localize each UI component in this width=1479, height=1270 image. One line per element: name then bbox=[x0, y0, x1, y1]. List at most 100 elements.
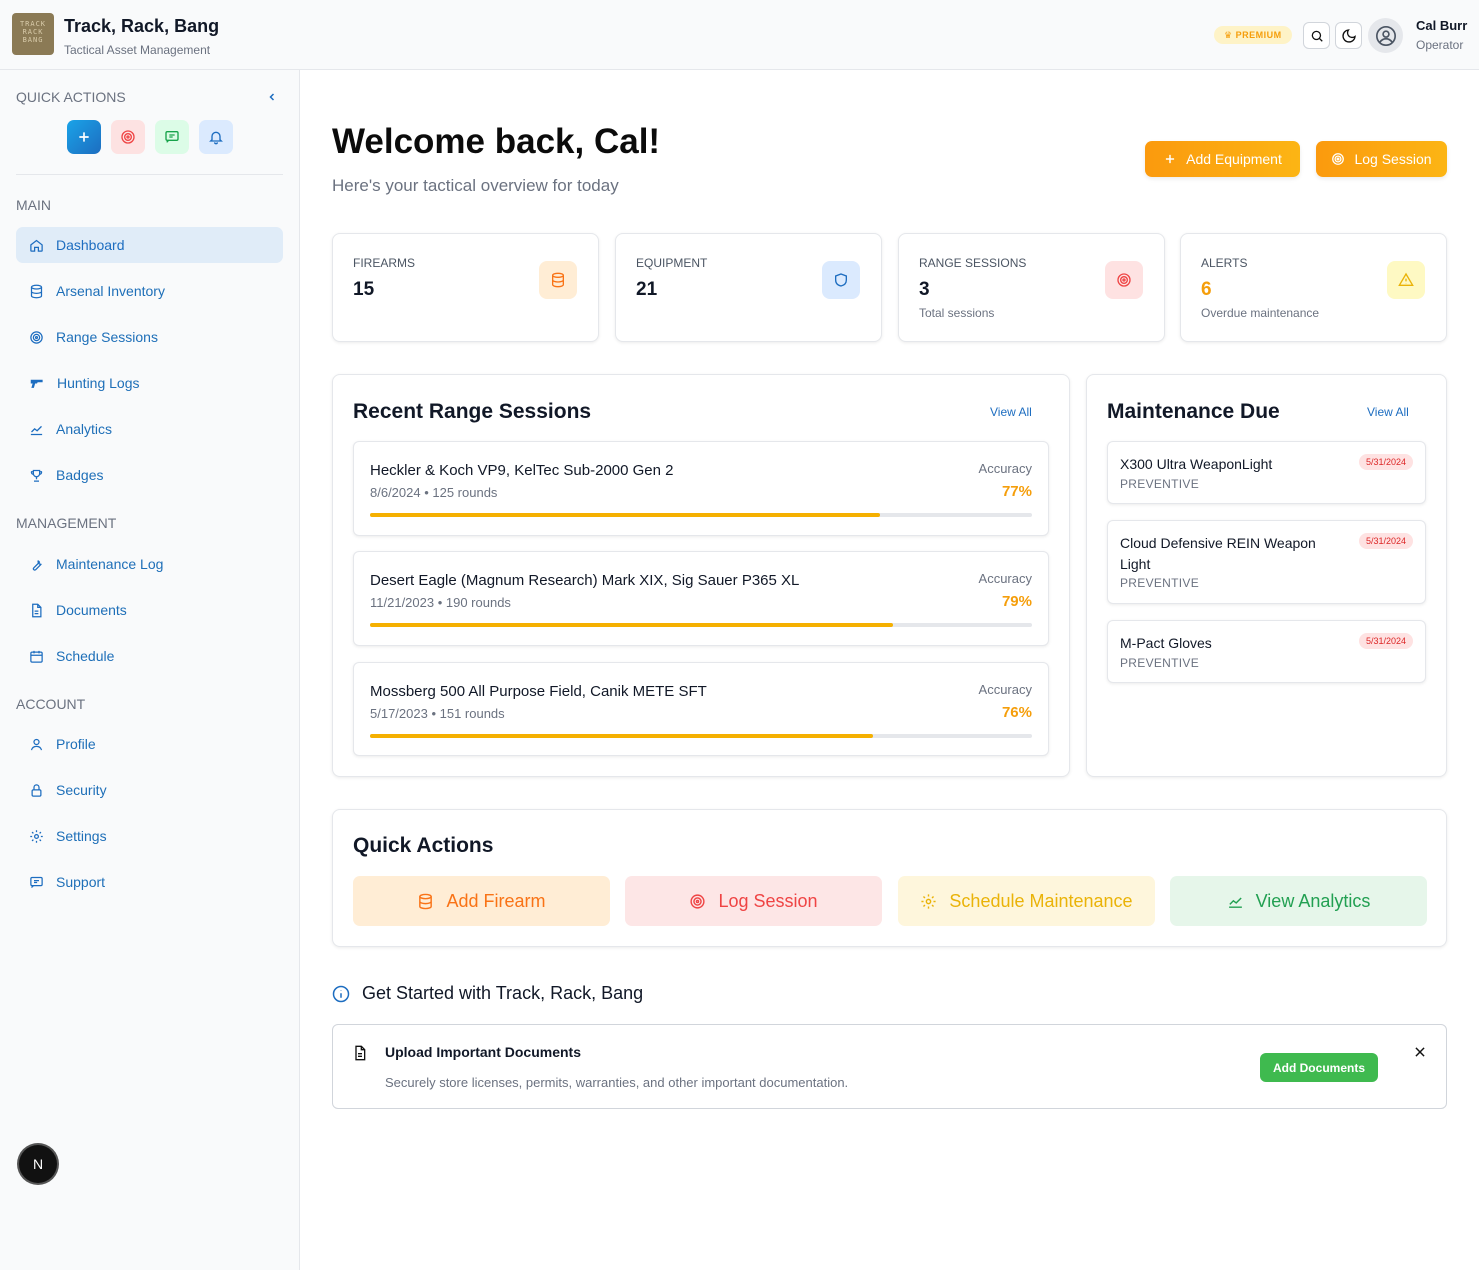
sidebar-item-label: Documents bbox=[56, 602, 127, 618]
trophy-icon bbox=[30, 469, 43, 482]
stat-label: FIREARMS bbox=[353, 256, 416, 270]
sidebar-item-documents[interactable]: Documents bbox=[16, 592, 283, 628]
session-item[interactable]: Mossberg 500 All Purpose Field, Canik ME… bbox=[353, 662, 1049, 756]
sidebar-item-dashboard[interactable]: Dashboard bbox=[16, 227, 283, 263]
quick-message-button[interactable] bbox=[155, 120, 189, 154]
sidebar-item-profile[interactable]: Profile bbox=[16, 726, 283, 762]
sidebar-item-label: Badges bbox=[56, 467, 104, 483]
user-name[interactable]: Cal Burr bbox=[1416, 18, 1467, 33]
quick-add-button[interactable] bbox=[67, 120, 101, 154]
sidebar-item-label: Security bbox=[56, 782, 107, 798]
user-icon bbox=[30, 738, 43, 750]
schedule-maintenance-button[interactable]: Schedule Maintenance bbox=[898, 876, 1155, 926]
next-dev-indicator[interactable]: N bbox=[19, 1145, 57, 1183]
chart-line-icon bbox=[1228, 896, 1242, 908]
target-icon bbox=[1117, 273, 1131, 287]
premium-badge: ♛ PREMIUM bbox=[1214, 26, 1292, 44]
warning-icon bbox=[1398, 272, 1414, 286]
stat-card-firearms[interactable]: FIREARMS 15 bbox=[332, 233, 599, 342]
sidebar-item-label: Arsenal Inventory bbox=[56, 283, 165, 299]
accuracy-label: Accuracy bbox=[978, 682, 1032, 697]
quick-actions-heading: QUICK ACTIONS bbox=[16, 89, 126, 105]
stat-card-alerts[interactable]: ALERTS 6 Overdue maintenance bbox=[1180, 233, 1447, 342]
avatar[interactable] bbox=[1368, 18, 1403, 53]
user-role: Operator bbox=[1416, 38, 1464, 52]
stat-value: 21 bbox=[636, 279, 658, 300]
log-session-quick-button[interactable]: Log Session bbox=[625, 876, 882, 926]
add-firearm-button[interactable]: Add Firearm bbox=[353, 876, 610, 926]
session-item[interactable]: Desert Eagle (Magnum Research) Mark XIX,… bbox=[353, 551, 1049, 646]
stat-icon-box bbox=[822, 261, 860, 299]
collapse-sidebar-button[interactable] bbox=[266, 90, 278, 108]
crown-icon: ♛ bbox=[1224, 30, 1233, 40]
page-subtitle: Here's your tactical overview for today bbox=[332, 176, 619, 195]
session-item[interactable]: Heckler & Koch VP9, KelTec Sub-2000 Gen … bbox=[353, 441, 1049, 536]
sidebar-item-settings[interactable]: Settings bbox=[16, 818, 283, 854]
sidebar-item-label: Settings bbox=[56, 828, 107, 844]
info-icon bbox=[332, 985, 350, 1003]
sidebar-item-support[interactable]: Support bbox=[16, 864, 283, 900]
sidebar-item-hunting-logs[interactable]: Hunting Logs bbox=[16, 365, 283, 401]
quick-notifications-button[interactable] bbox=[199, 120, 233, 154]
maintenance-item[interactable]: Cloud Defensive REIN Weapon Light PREVEN… bbox=[1107, 520, 1426, 604]
accuracy-value: 76% bbox=[1001, 704, 1032, 721]
app-title: Track, Rack, Bang bbox=[64, 16, 220, 36]
sidebar-item-maintenance-log[interactable]: Maintenance Log bbox=[16, 546, 283, 582]
view-all-sessions-link[interactable]: View All bbox=[990, 405, 1032, 419]
accuracy-progress-track bbox=[370, 623, 1032, 627]
stat-icon-box bbox=[1387, 261, 1425, 299]
session-name: Desert Eagle (Magnum Research) Mark XIX,… bbox=[370, 572, 800, 589]
quick-range-button[interactable] bbox=[111, 120, 145, 154]
maintenance-due-card: Maintenance Due View All X300 Ultra Weap… bbox=[1086, 374, 1447, 777]
log-session-button[interactable]: Log Session bbox=[1316, 141, 1447, 177]
schedule-maintenance-label: Schedule Maintenance bbox=[949, 890, 1133, 911]
add-firearm-label: Add Firearm bbox=[446, 890, 546, 911]
accuracy-progress-track bbox=[370, 734, 1032, 738]
maintenance-type: PREVENTIVE bbox=[1120, 477, 1200, 491]
due-date-badge: 5/31/2024 bbox=[1358, 533, 1413, 549]
sidebar-item-label: Maintenance Log bbox=[56, 556, 164, 572]
app-logo[interactable]: TRACK RACK BANG bbox=[12, 13, 54, 55]
chevron-left-icon bbox=[269, 93, 275, 101]
view-analytics-label: View Analytics bbox=[1255, 890, 1371, 911]
home-icon bbox=[30, 239, 43, 252]
sidebar-item-label: Range Sessions bbox=[56, 329, 158, 345]
sidebar-item-badges[interactable]: Badges bbox=[16, 457, 283, 493]
sidebar-item-analytics[interactable]: Analytics bbox=[16, 411, 283, 447]
sidebar: QUICK ACTIONS MAIN Dashboard Arsenal Inv… bbox=[0, 70, 300, 1270]
accuracy-value: 77% bbox=[1001, 483, 1032, 500]
premium-label: PREMIUM bbox=[1235, 30, 1282, 40]
target-icon bbox=[121, 130, 135, 144]
sidebar-divider bbox=[16, 174, 283, 175]
sidebar-item-label: Support bbox=[56, 874, 106, 890]
user-circle-icon bbox=[1375, 25, 1396, 46]
search-button[interactable] bbox=[1303, 22, 1330, 49]
sidebar-item-schedule[interactable]: Schedule bbox=[16, 638, 283, 674]
view-analytics-button[interactable]: View Analytics bbox=[1170, 876, 1427, 926]
log-session-label: Log Session bbox=[1354, 151, 1432, 167]
theme-toggle-button[interactable] bbox=[1335, 22, 1362, 49]
maintenance-item[interactable]: M-Pact Gloves PREVENTIVE 5/31/2024 bbox=[1107, 620, 1426, 683]
search-icon bbox=[1311, 30, 1323, 42]
stat-card-equipment[interactable]: EQUIPMENT 21 bbox=[615, 233, 882, 342]
sidebar-item-range-sessions[interactable]: Range Sessions bbox=[16, 319, 283, 355]
sidebar-item-label: Analytics bbox=[56, 421, 113, 437]
add-equipment-button[interactable]: Add Equipment bbox=[1145, 141, 1300, 177]
maintenance-item[interactable]: X300 Ultra WeaponLight PREVENTIVE 5/31/2… bbox=[1107, 441, 1426, 504]
document-icon bbox=[32, 603, 42, 617]
due-date-badge: 5/31/2024 bbox=[1358, 633, 1413, 649]
top-header: TRACK RACK BANG Track, Rack, Bang Tactical… bbox=[0, 0, 1479, 70]
moon-icon bbox=[1341, 28, 1356, 43]
database-icon bbox=[552, 272, 564, 288]
get-started-title: Get Started with Track, Rack, Bang bbox=[362, 983, 644, 1003]
stat-card-range-sessions[interactable]: RANGE SESSIONS 3 Total sessions bbox=[898, 233, 1165, 342]
stat-value: 6 bbox=[1201, 279, 1212, 300]
close-icon[interactable] bbox=[1413, 1045, 1427, 1059]
sidebar-item-security[interactable]: Security bbox=[16, 772, 283, 808]
sidebar-item-arsenal-inventory[interactable]: Arsenal Inventory bbox=[16, 273, 283, 309]
target-icon bbox=[1332, 153, 1345, 165]
stat-icon-box bbox=[539, 261, 577, 299]
add-documents-button[interactable]: Add Documents bbox=[1260, 1053, 1378, 1082]
accuracy-progress-fill bbox=[370, 734, 874, 738]
view-all-maintenance-link[interactable]: View All bbox=[1367, 405, 1409, 419]
